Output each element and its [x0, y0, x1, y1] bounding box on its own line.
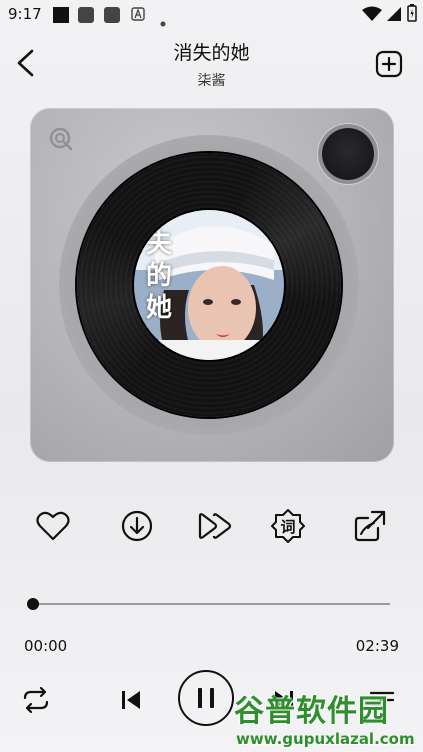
heart-icon — [36, 511, 70, 541]
fast-forward-button[interactable] — [196, 506, 236, 546]
progress-slider[interactable] — [27, 598, 390, 610]
play-pause-button[interactable] — [178, 670, 234, 726]
share-button[interactable] — [350, 506, 390, 546]
decorative-knob — [322, 128, 374, 180]
app-a-icon — [131, 6, 145, 25]
cover-title-overlay: 夫 的 她 — [146, 229, 173, 323]
battery-icon — [407, 4, 417, 26]
wifi-icon — [362, 6, 382, 26]
status-bar: 9:17 — [0, 0, 423, 30]
player-artwork-panel: 夫 的 她 — [30, 108, 394, 462]
vinyl-record: 夫 的 她 — [77, 153, 341, 417]
download-icon — [121, 510, 153, 542]
signal-icon — [386, 6, 402, 26]
repeat-mode-button[interactable] — [20, 684, 52, 720]
pause-icon — [198, 688, 214, 708]
notification-square-icon — [52, 6, 70, 28]
watermark-url: www.gupuxlazal.com — [236, 730, 415, 748]
song-artist: 柒酱 — [197, 73, 226, 89]
album-cover: 夫 的 她 — [134, 210, 284, 360]
next-forward-icon — [198, 513, 232, 539]
current-time: 00:00 — [24, 637, 68, 655]
skip-previous-icon — [122, 691, 140, 709]
status-time: 9:17 — [8, 5, 42, 23]
q-logo-icon — [48, 126, 74, 156]
share-icon — [354, 510, 386, 542]
download-button[interactable] — [117, 506, 157, 546]
disc-ring: 夫 的 她 — [59, 135, 359, 435]
lyrics-icon: 词 — [271, 509, 305, 543]
more-dot-icon — [160, 12, 166, 31]
total-time: 02:39 — [355, 637, 399, 655]
song-title: 消失的她 — [173, 42, 250, 64]
previous-track-button[interactable] — [117, 686, 145, 718]
app-notification-icon-2 — [103, 6, 121, 28]
watermark: 谷普软件园 www.gupuxlazal.com — [232, 686, 422, 752]
like-button[interactable] — [33, 506, 73, 546]
lyrics-label: 词 — [280, 518, 295, 536]
add-to-playlist-button[interactable] — [375, 50, 403, 82]
watermark-title: 谷普软件园 — [234, 694, 389, 729]
lyrics-button[interactable]: 词 — [268, 506, 308, 546]
repeat-icon — [23, 686, 49, 714]
add-box-icon — [375, 50, 403, 78]
app-notification-icon — [77, 6, 95, 28]
progress-thumb[interactable] — [27, 598, 39, 610]
